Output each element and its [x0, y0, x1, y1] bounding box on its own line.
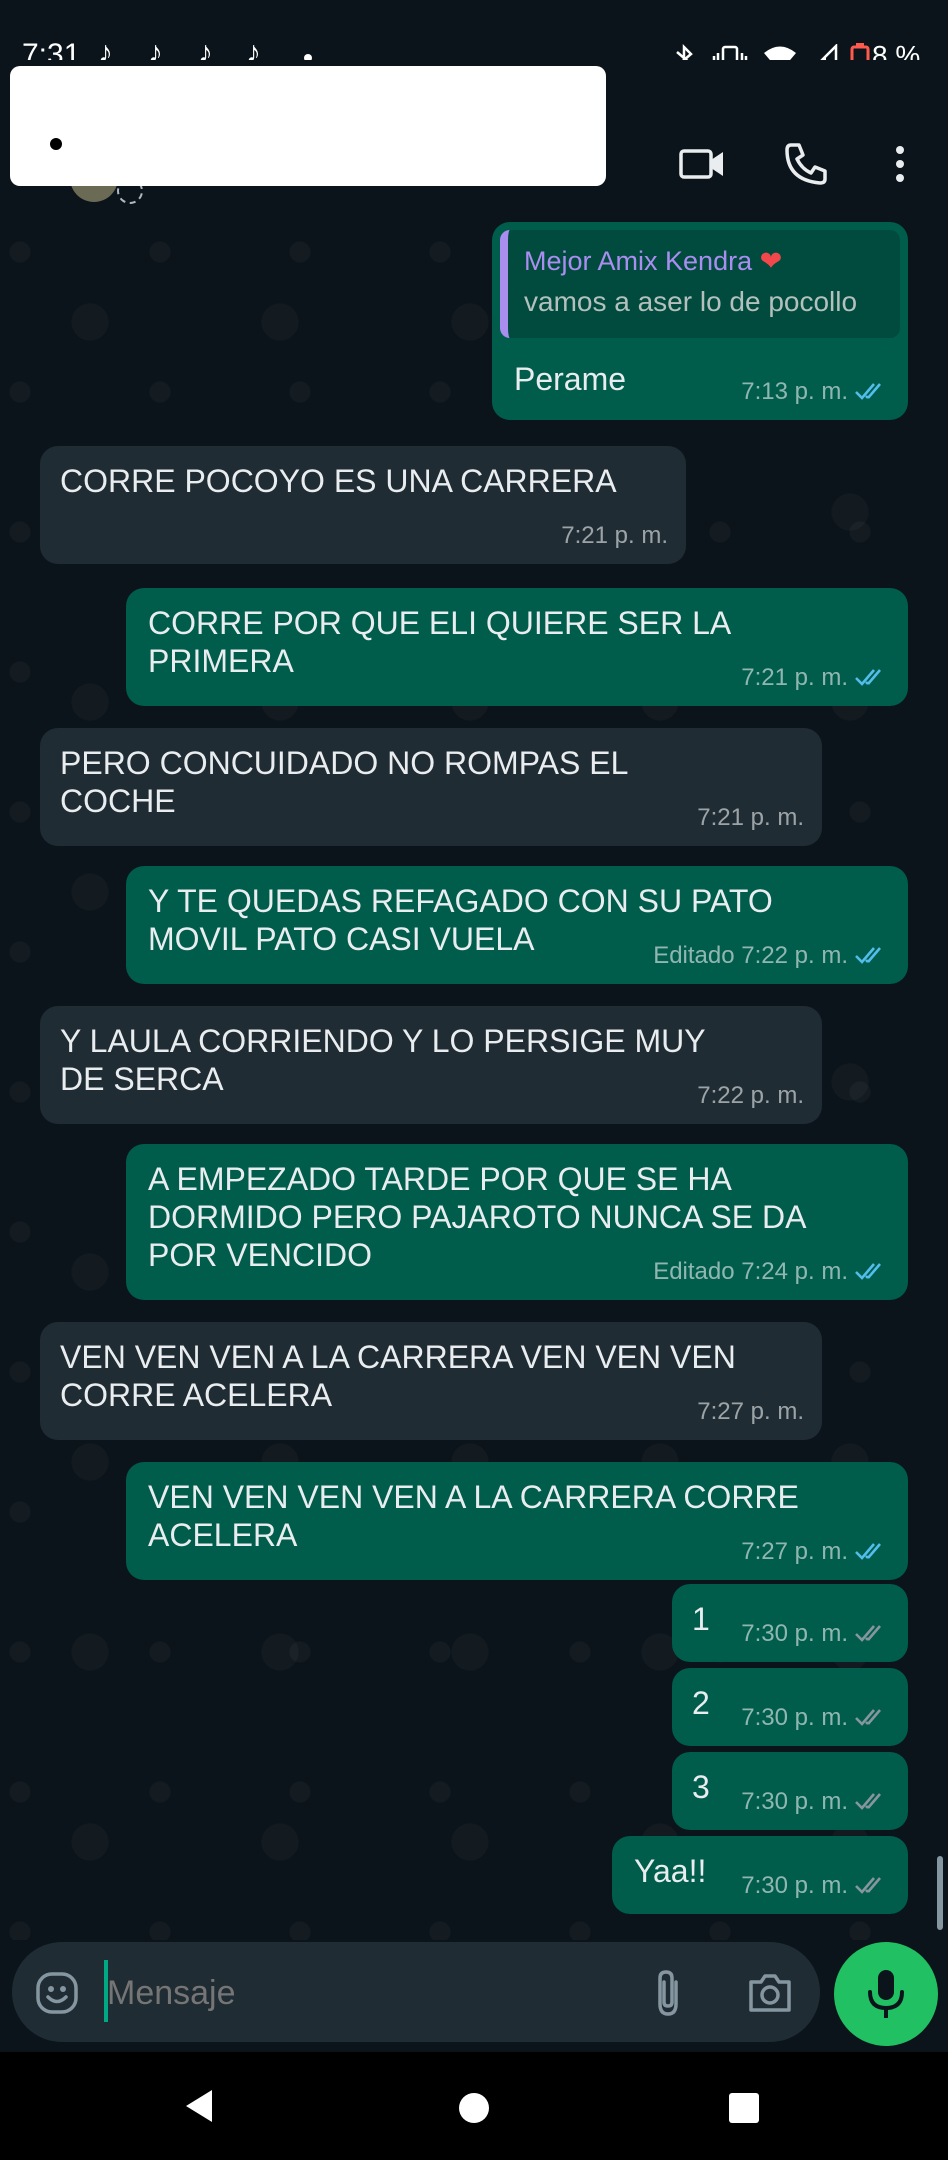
message-time: 7:21 p. m. [697, 804, 804, 831]
quoted-text: vamos a aser lo de pocollo [524, 286, 858, 317]
message-time: 7:13 p. m. [741, 378, 848, 405]
voice-message-button[interactable] [834, 1942, 938, 2046]
message-input[interactable] [105, 1962, 629, 2024]
message-bubble-in[interactable]: Y LAULA CORRIENDO Y LO PERSIGE MUY DE SE… [40, 1006, 822, 1124]
scrollbar-thumb[interactable] [937, 1856, 943, 1930]
message-text: MOVIL PATO CASI VUELA [148, 921, 535, 957]
message-time: 7:30 p. m. [741, 1872, 848, 1899]
delivered-ticks-icon [855, 1877, 881, 1894]
more-vert-icon[interactable] [876, 140, 924, 188]
message-text: 1 [692, 1601, 710, 1637]
message-text: Yaa!! [634, 1853, 707, 1889]
message-text: VEN VEN VEN VEN A LA CARRERA CORRE [148, 1479, 799, 1515]
read-ticks-icon [855, 947, 881, 964]
message-text: PRIMERA [148, 643, 294, 679]
message-bubble-out[interactable]: Y TE QUEDAS REFAGADO CON SU PATO MOVIL P… [126, 866, 908, 984]
message-time: 7:30 p. m. [741, 1788, 848, 1815]
message-text: VEN VEN VEN A LA CARRERA VEN VEN VEN [60, 1339, 736, 1375]
message-text: CORRE POR QUE ELI QUIERE SER LA [148, 605, 732, 641]
quoted-message[interactable]: Mejor Amix Kendra ❤ vamos a aser lo de p… [500, 230, 900, 338]
message-time: 7:27 p. m. [697, 1398, 804, 1425]
chat-messages-area[interactable]: Mejor Amix Kendra ❤ vamos a aser lo de p… [0, 222, 948, 1947]
home-nav-icon[interactable] [458, 2092, 490, 2124]
recents-nav-icon[interactable] [728, 2092, 760, 2124]
message-bubble-in[interactable]: VEN VEN VEN A LA CARRERA VEN VEN VEN COR… [40, 1322, 822, 1440]
delivered-ticks-icon [855, 1625, 881, 1642]
heart-icon: ❤ [752, 246, 783, 276]
read-ticks-icon [855, 669, 881, 686]
message-text: COCHE [60, 783, 176, 819]
message-text: POR VENCIDO [148, 1237, 373, 1273]
message-text: 2 [692, 1685, 710, 1721]
message-bubble-out[interactable]: A EMPEZADO TARDE POR QUE SE HA DORMIDO P… [126, 1144, 908, 1300]
message-text: A EMPEZADO TARDE POR QUE SE HA [148, 1161, 732, 1197]
redacted-contact-name[interactable] [10, 66, 606, 186]
message-bubble-in[interactable]: PERO CONCUIDADO NO ROMPAS EL COCHE 7:21 … [40, 728, 822, 846]
message-time: Editado 7:22 p. m. [653, 942, 848, 969]
emoji-icon[interactable] [34, 1970, 80, 2016]
message-bubble-out[interactable]: Mejor Amix Kendra ❤ vamos a aser lo de p… [492, 222, 908, 420]
message-text: CORRE ACELERA [60, 1377, 333, 1413]
message-time: Editado 7:24 p. m. [653, 1258, 848, 1285]
phone-icon[interactable] [782, 140, 830, 188]
status-bar: 7:31 ♪ ♪ ♪ ♪ 8 % [0, 0, 948, 74]
message-text: PERO CONCUIDADO NO ROMPAS EL [60, 745, 629, 781]
message-bubble-in[interactable]: CORRE POCOYO ES UNA CARRERA 7:21 p. m. [40, 446, 686, 564]
camera-icon[interactable] [746, 1970, 794, 2016]
read-ticks-icon [855, 383, 881, 400]
message-text: DE SERCA [60, 1061, 224, 1097]
message-bubble-out[interactable]: 1 7:30 p. m. [672, 1584, 908, 1662]
message-text: Y TE QUEDAS REFAGADO CON SU PATO [148, 883, 773, 919]
message-bubble-out[interactable]: CORRE POR QUE ELI QUIERE SER LA PRIMERA … [126, 588, 908, 706]
message-bubble-out[interactable]: 2 7:30 p. m. [672, 1668, 908, 1746]
message-text: 3 [692, 1769, 710, 1805]
message-time: 7:21 p. m. [741, 664, 848, 691]
delivered-ticks-icon [855, 1793, 881, 1810]
message-text: Y LAULA CORRIENDO Y LO PERSIGE MUY [60, 1023, 706, 1059]
message-time: 7:22 p. m. [697, 1082, 804, 1109]
system-navigation-bar [0, 2052, 948, 2160]
read-ticks-icon [855, 1263, 881, 1280]
message-text: ACELERA [148, 1517, 298, 1553]
read-ticks-icon [855, 1543, 881, 1560]
message-bubble-out[interactable]: VEN VEN VEN VEN A LA CARRERA CORRE ACELE… [126, 1462, 908, 1580]
attach-icon[interactable] [648, 1968, 688, 2018]
message-time: 7:21 p. m. [561, 522, 668, 549]
message-time: 7:30 p. m. [741, 1704, 848, 1731]
message-time: 7:27 p. m. [741, 1538, 848, 1565]
message-time: 7:30 p. m. [741, 1620, 848, 1647]
back-nav-icon[interactable] [182, 2088, 216, 2124]
video-call-icon[interactable] [678, 140, 726, 188]
message-text: DORMIDO PERO PAJAROTO NUNCA SE DA [148, 1199, 807, 1235]
message-bubble-out[interactable]: 3 7:30 p. m. [672, 1752, 908, 1830]
message-text: CORRE POCOYO ES UNA CARRERA [60, 463, 617, 499]
quoted-author: Mejor Amix Kendra ❤ [524, 246, 783, 276]
delivered-ticks-icon [855, 1709, 881, 1726]
message-bubble-out[interactable]: Yaa!! 7:30 p. m. [612, 1836, 908, 1914]
mic-icon [868, 1970, 904, 2018]
redaction-mark [50, 138, 62, 150]
message-text: Perame [514, 361, 627, 397]
